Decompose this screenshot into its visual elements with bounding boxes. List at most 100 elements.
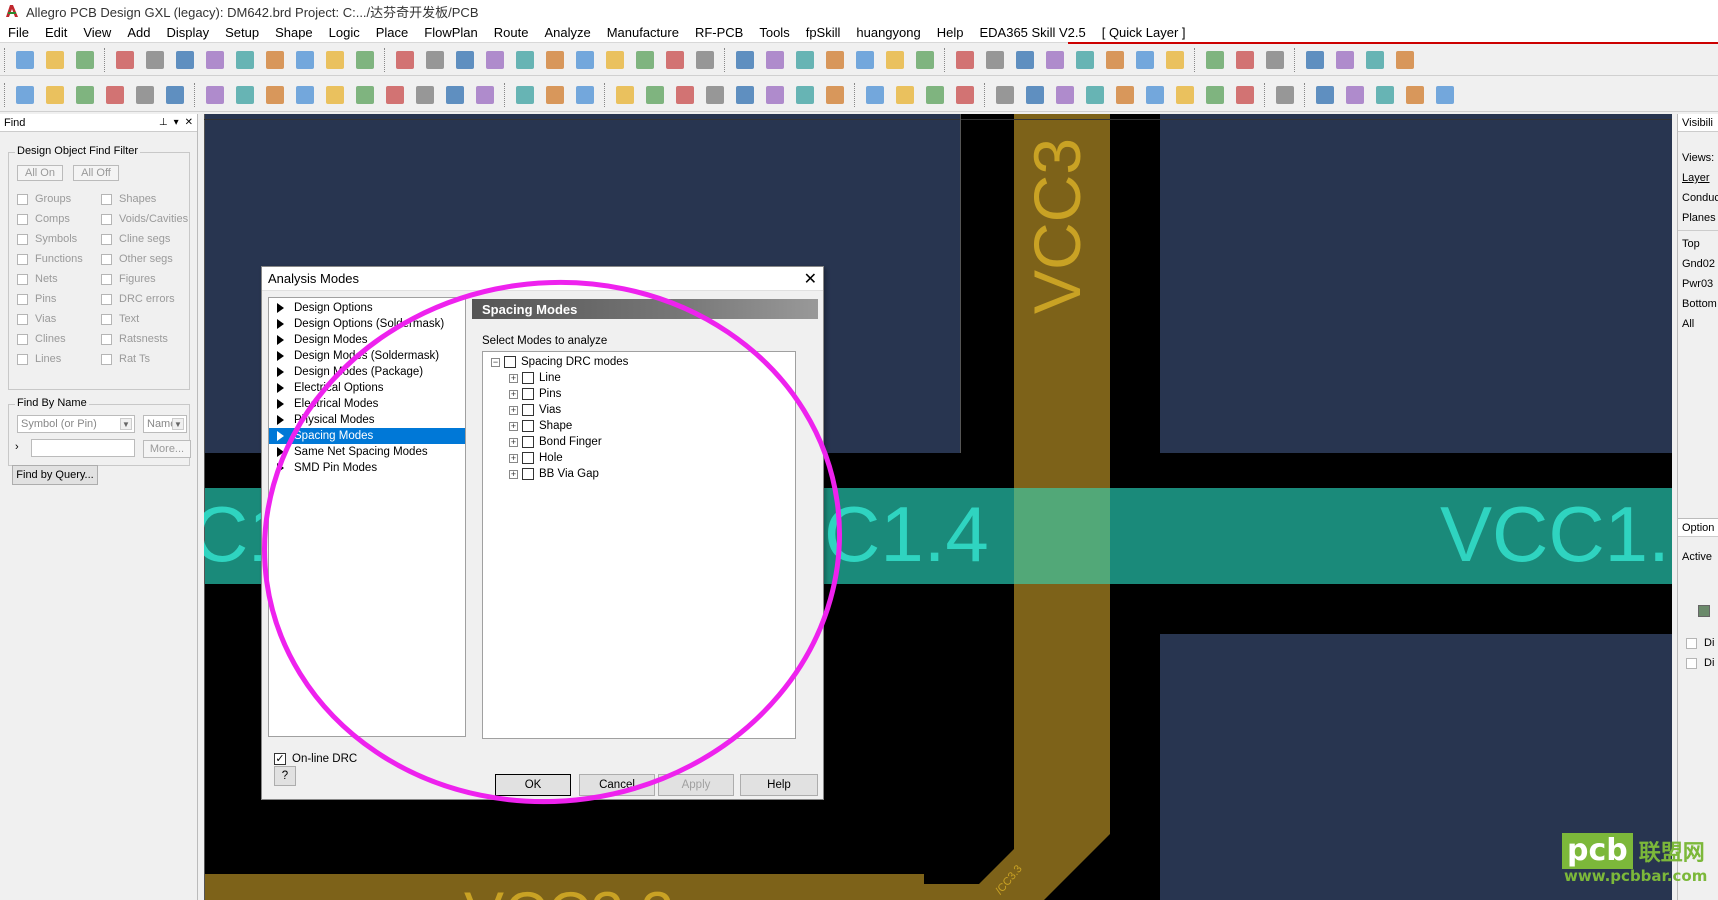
down-icon[interactable] — [292, 47, 318, 73]
tree-checkbox[interactable] — [522, 372, 534, 384]
dim-v-icon[interactable] — [572, 82, 598, 108]
filter-other-segs[interactable]: Other segs — [101, 253, 173, 265]
tree-checkbox[interactable] — [522, 420, 534, 432]
chart-icon[interactable] — [1102, 47, 1128, 73]
hourglass-icon[interactable] — [1132, 47, 1158, 73]
tree-item-shape[interactable]: + Shape — [509, 418, 572, 434]
dim-h-icon[interactable] — [542, 82, 568, 108]
filter-checkbox[interactable] — [101, 213, 112, 225]
mail-icon[interactable] — [1372, 82, 1398, 108]
tree-checkbox[interactable] — [522, 388, 534, 400]
filter-checkbox[interactable] — [101, 333, 112, 345]
name-select[interactable]: Name ▼ — [143, 415, 187, 433]
down-icon[interactable] — [232, 47, 258, 73]
close-panel-icon[interactable]: ✕ — [185, 117, 193, 128]
mode-item-smd-pin-modes[interactable]: SMD Pin Modes — [269, 460, 465, 476]
menu-flowplan[interactable]: FlowPlan — [416, 25, 485, 40]
spell2-icon[interactable] — [1302, 47, 1328, 73]
menu-place[interactable]: Place — [368, 25, 417, 40]
panel-menu-icon[interactable]: ▾ — [174, 117, 179, 128]
report-icon[interactable] — [1162, 47, 1188, 73]
mode-item-design-modes-package[interactable]: Design Modes (Package) — [269, 364, 465, 380]
toolbar-grip[interactable] — [1294, 47, 1297, 72]
toolbar-grip[interactable] — [1194, 47, 1197, 72]
toolbar-grip[interactable] — [984, 82, 987, 107]
info-icon[interactable] — [952, 47, 978, 73]
pushpin-icon[interactable] — [352, 47, 378, 73]
delay-icon[interactable] — [672, 82, 698, 108]
menu-add[interactable]: Add — [119, 25, 158, 40]
copy-window-icon[interactable] — [1342, 82, 1368, 108]
menu-display[interactable]: Display — [158, 25, 217, 40]
filter-checkbox[interactable] — [17, 233, 28, 245]
layer2-icon[interactable] — [42, 82, 68, 108]
zoom-prev-icon[interactable] — [572, 47, 598, 73]
filter-groups[interactable]: Groups — [17, 193, 71, 205]
matrix-icon[interactable] — [792, 82, 818, 108]
object-type-select[interactable]: Symbol (or Pin) ▼ — [17, 415, 135, 433]
filter-checkbox[interactable] — [101, 193, 112, 205]
toolbar-grip[interactable] — [4, 47, 7, 72]
shape-icon[interactable] — [442, 82, 468, 108]
find-by-query-button[interactable]: Find by Query... — [12, 465, 98, 485]
slide-icon[interactable] — [642, 82, 668, 108]
menu-logic[interactable]: Logic — [321, 25, 368, 40]
layer-link[interactable]: Layer — [1682, 172, 1710, 184]
pin-panel-icon[interactable]: ⊥ — [159, 117, 168, 128]
tree-item-hole[interactable]: + Hole — [509, 450, 563, 466]
save-icon[interactable] — [72, 47, 98, 73]
cm-icon[interactable] — [882, 47, 908, 73]
curve-icon[interactable] — [1312, 82, 1338, 108]
filter-checkbox[interactable] — [101, 313, 112, 325]
filter-pins[interactable]: Pins — [17, 293, 56, 305]
filter-functions[interactable]: Functions — [17, 253, 83, 265]
line-icon[interactable] — [1202, 47, 1228, 73]
expand-icon[interactable]: + — [509, 469, 518, 479]
mode-item-design-options[interactable]: Design Options — [269, 300, 465, 316]
filter-drc-errors[interactable]: DRC errors — [101, 293, 175, 305]
toolbar-grip[interactable] — [1264, 82, 1267, 107]
option-row-1[interactable]: Di — [1686, 637, 1714, 649]
menu-route[interactable]: Route — [486, 25, 537, 40]
mode-item-spacing-modes[interactable]: Spacing Modes — [269, 428, 465, 444]
menu-view[interactable]: View — [75, 25, 119, 40]
open-icon[interactable] — [42, 47, 68, 73]
drc-icon[interactable] — [992, 82, 1018, 108]
number-icon[interactable] — [1012, 47, 1038, 73]
menu-huangyong[interactable]: huangyong — [848, 25, 928, 40]
measure-icon[interactable] — [982, 47, 1008, 73]
move-icon[interactable] — [112, 47, 138, 73]
collapse-icon[interactable]: − — [491, 357, 500, 367]
book-icon[interactable] — [892, 82, 918, 108]
rect-icon[interactable] — [1232, 47, 1258, 73]
wave-icon[interactable] — [822, 82, 848, 108]
zoom-fit-icon[interactable] — [452, 47, 478, 73]
menu-manufacture[interactable]: Manufacture — [599, 25, 687, 40]
filter-checkbox[interactable] — [17, 193, 28, 205]
group-icon[interactable] — [1112, 82, 1138, 108]
copy-icon[interactable] — [142, 47, 168, 73]
filter-comps[interactable]: Comps — [17, 213, 70, 225]
toolbar-grip[interactable] — [1304, 82, 1307, 107]
menu-file[interactable]: File — [0, 25, 37, 40]
filter-clines[interactable]: Clines — [17, 333, 66, 345]
square-icon[interactable] — [382, 82, 408, 108]
component-icon[interactable] — [512, 82, 538, 108]
place-icon[interactable] — [1332, 47, 1358, 73]
name-input[interactable] — [31, 439, 135, 457]
u1-icon[interactable] — [1362, 47, 1388, 73]
cross-icon[interactable] — [1272, 82, 1298, 108]
edit-icon[interactable] — [322, 82, 348, 108]
menu-edit[interactable]: Edit — [37, 25, 75, 40]
tree-root-spacing-drc[interactable]: − Spacing DRC modes — [491, 354, 628, 370]
mode-item-design-modes[interactable]: Design Modes — [269, 332, 465, 348]
online-drc-checkbox[interactable]: ✓ On-line DRC — [274, 753, 357, 765]
menu-quick-layer[interactable]: [ Quick Layer ] — [1094, 25, 1194, 40]
new-icon[interactable] — [12, 47, 38, 73]
tree-checkbox[interactable] — [522, 468, 534, 480]
doc-icon[interactable] — [1172, 82, 1198, 108]
menu-setup[interactable]: Setup — [217, 25, 267, 40]
toolbar-grip[interactable] — [194, 82, 197, 107]
key-icon[interactable] — [1082, 82, 1108, 108]
color-icon[interactable] — [762, 47, 788, 73]
